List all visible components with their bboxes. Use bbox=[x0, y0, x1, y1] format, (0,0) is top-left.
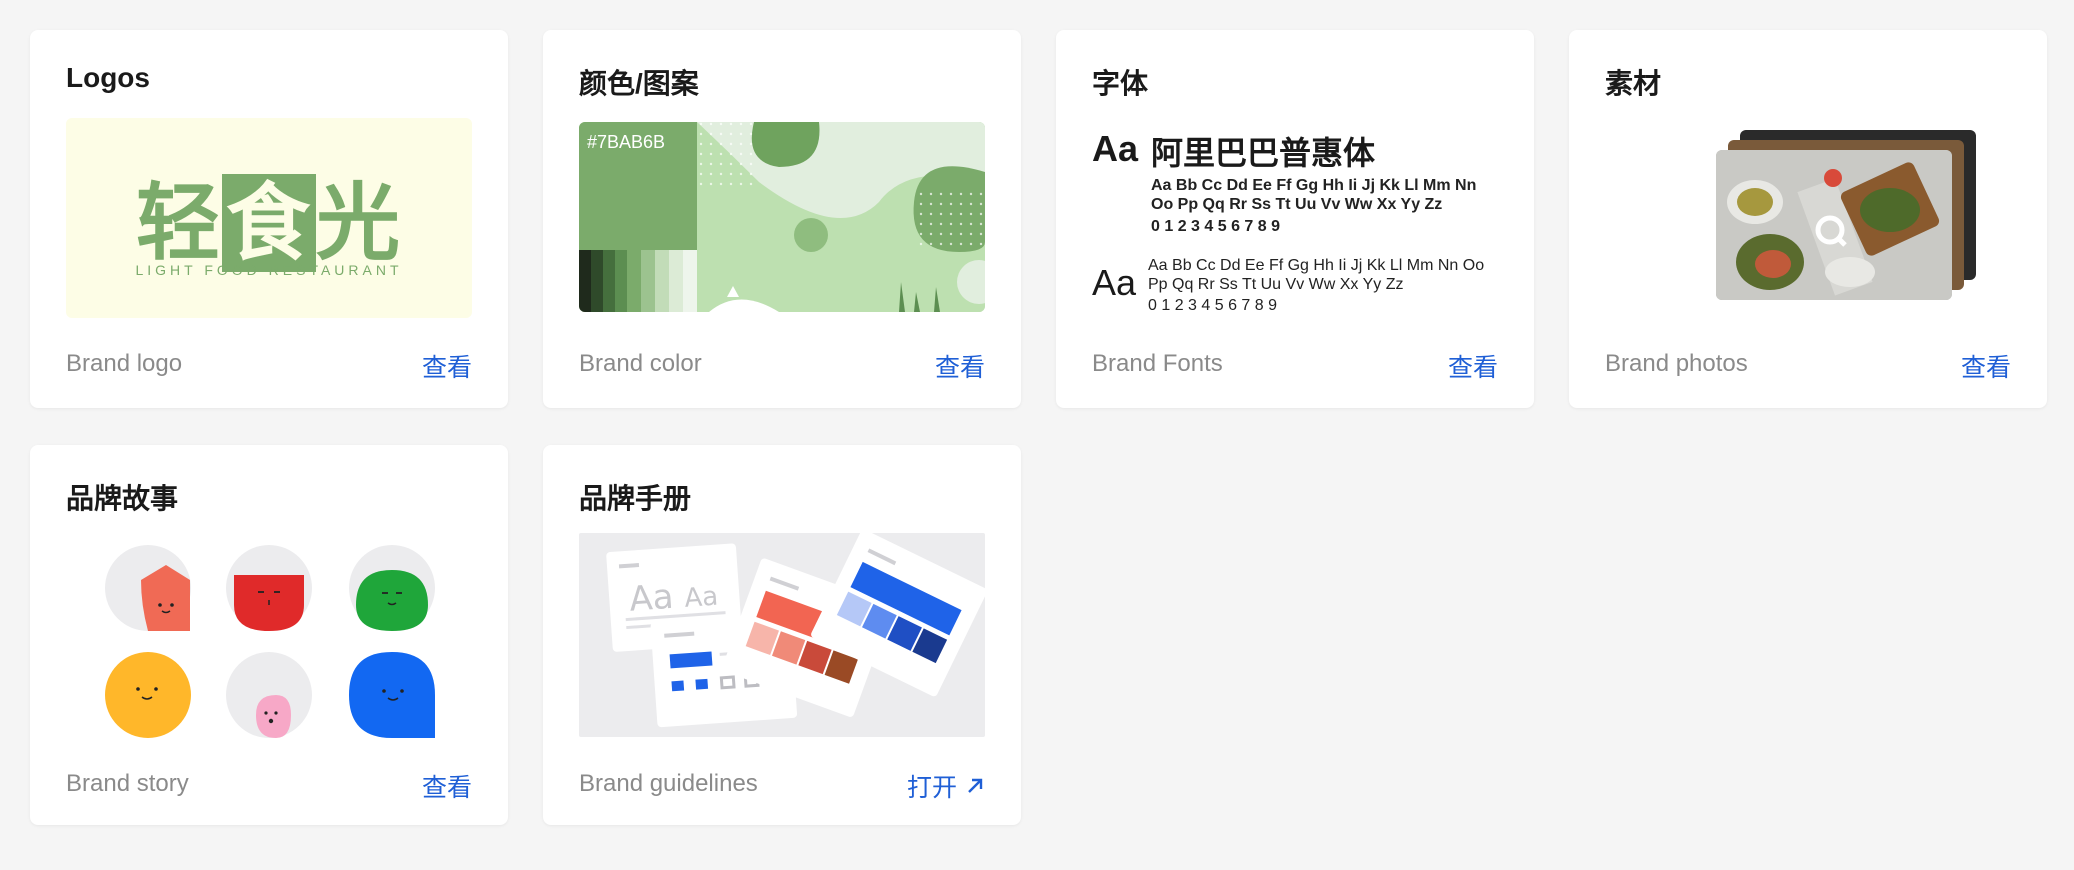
view-story-button[interactable]: 查看 bbox=[422, 768, 472, 804]
view-logo-button[interactable]: 查看 bbox=[422, 348, 472, 384]
font-bold-sample: Aa bbox=[1092, 128, 1139, 169]
view-photos-button[interactable]: 查看 bbox=[1961, 348, 2011, 384]
font-regular-alphabet-1: Aa Bb Cc Dd Ee Ff Gg Hh Ii Jj Kk Ll Mm N… bbox=[1148, 257, 1485, 274]
font-regular-alphabet-2: Pp Qq Rr Ss Tt Uu Vv Ww Xx Yy Zz bbox=[1148, 276, 1404, 293]
card-title: 颜色/图案 bbox=[579, 68, 699, 99]
card-fonts: 字体 Aa 阿里巴巴普惠体 Aa Bb Cc Dd Ee Ff Gg Hh Ii… bbox=[1056, 30, 1534, 408]
card-subtitle: Brand story bbox=[66, 770, 189, 797]
card-subtitle: Brand Fonts bbox=[1092, 350, 1223, 377]
guidelines-preview: Aa Aa bbox=[579, 533, 985, 737]
card-title: 字体 bbox=[1092, 68, 1149, 99]
svg-text:Aa: Aa bbox=[683, 582, 719, 614]
card-colors: 颜色/图案 #7BAB6B Brand color 查看 bbox=[543, 30, 1021, 408]
color-pattern-preview: #7BAB6B bbox=[579, 122, 985, 312]
logo-tagline: LIGHT FOOD RESTAURANT bbox=[135, 262, 403, 278]
external-link-icon bbox=[968, 778, 983, 793]
card-subtitle: Brand logo bbox=[66, 350, 183, 377]
photo-stack-illustration bbox=[1716, 130, 1976, 300]
font-regular-sample: Aa bbox=[1092, 262, 1137, 303]
card-title: 品牌手册 bbox=[579, 483, 692, 514]
card-subtitle: Brand guidelines bbox=[579, 770, 758, 797]
story-characters-preview bbox=[66, 545, 472, 745]
card-logos: Logos 轻食光 LIGHT FOOD RESTAURANT Brand lo… bbox=[30, 30, 508, 408]
card-photos: 素材 Brand photos 查看 bbox=[1569, 30, 2047, 408]
open-guidelines-button[interactable]: 打开 bbox=[907, 768, 985, 804]
view-color-button[interactable]: 查看 bbox=[935, 348, 985, 384]
guidelines-illustration: Aa Aa bbox=[606, 533, 985, 728]
card-title: 品牌故事 bbox=[66, 483, 179, 514]
font-bold-alphabet-1: Aa Bb Cc Dd Ee Ff Gg Hh Ii Jj Kk Ll Mm N… bbox=[1151, 177, 1477, 194]
card-story: 品牌故事 Brand story 查看 bbox=[30, 445, 508, 825]
svg-text:Aa: Aa bbox=[628, 577, 675, 620]
logo-wordmark: 轻食光 bbox=[135, 174, 403, 272]
card-guidelines: 品牌手册 Aa Aa Brand guidelines 打开 bbox=[543, 445, 1021, 825]
character-illustration bbox=[105, 545, 435, 738]
card-title: Logos bbox=[66, 62, 150, 93]
card-title: 素材 bbox=[1605, 68, 1662, 99]
font-bold-alphabet-2: Oo Pp Qq Rr Ss Tt Uu Vv Ww Xx Yy Zz bbox=[1151, 196, 1443, 213]
view-fonts-button[interactable]: 查看 bbox=[1448, 348, 1498, 384]
color-hex-label: #7BAB6B bbox=[587, 132, 666, 152]
photo-stack-preview bbox=[1605, 122, 2011, 322]
font-regular-digits: 0 1 2 3 4 5 6 7 8 9 bbox=[1148, 297, 1277, 314]
card-subtitle: Brand photos bbox=[1605, 350, 1748, 377]
card-subtitle: Brand color bbox=[579, 350, 702, 377]
font-bold-digits: 0 1 2 3 4 5 6 7 8 9 bbox=[1151, 218, 1280, 235]
logo-preview: 轻食光 LIGHT FOOD RESTAURANT bbox=[66, 118, 472, 318]
font-name: 阿里巴巴普惠体 bbox=[1151, 135, 1376, 171]
